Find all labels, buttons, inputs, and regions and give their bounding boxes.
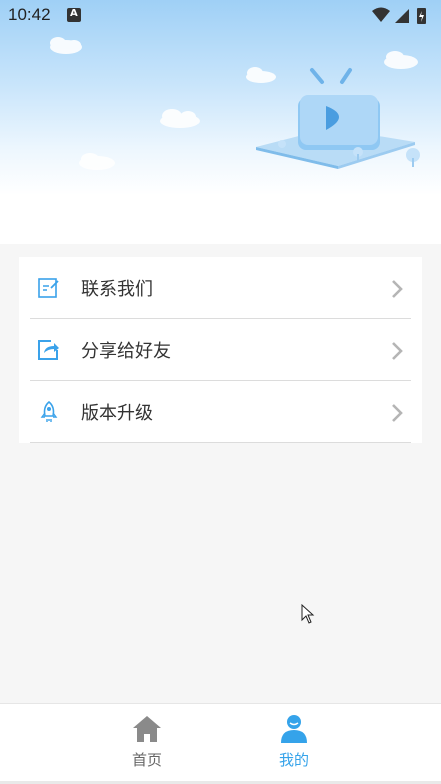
nav-tab-label: 我的 <box>278 751 309 769</box>
bottom-navigation: 首页 我的 <box>0 703 441 784</box>
settings-menu-card: 联系我们 分享给好友 版本升级 <box>19 257 422 443</box>
home-icon <box>133 716 161 742</box>
chevron-right-icon <box>392 280 403 298</box>
mouse-pointer-icon <box>301 604 315 624</box>
user-profile-icon <box>281 715 307 743</box>
menu-item-contact-us[interactable]: 联系我们 <box>19 257 422 319</box>
nav-tab-mine[interactable]: 我的 <box>234 704 354 779</box>
menu-item-share[interactable]: 分享给好友 <box>19 319 422 381</box>
chevron-right-icon <box>392 404 403 422</box>
share-icon <box>38 340 59 360</box>
menu-item-label: 版本升级 <box>81 403 153 424</box>
rocket-icon <box>40 400 58 422</box>
contact-edit-icon <box>38 278 59 298</box>
menu-item-version-upgrade[interactable]: 版本升级 <box>19 381 422 443</box>
chevron-right-icon <box>392 342 403 360</box>
tv-play-illustration <box>50 37 420 170</box>
profile-hero-banner: 10:42 A <box>0 0 441 244</box>
nav-tab-home[interactable]: 首页 <box>87 704 207 779</box>
divider <box>30 442 411 443</box>
menu-item-label: 联系我们 <box>81 279 153 300</box>
app-screen: 10:42 A 联系我们 分享给好友 版本升级 首页 我的 <box>0 0 441 784</box>
menu-item-label: 分享给好友 <box>81 341 171 362</box>
nav-tab-label: 首页 <box>131 751 162 769</box>
